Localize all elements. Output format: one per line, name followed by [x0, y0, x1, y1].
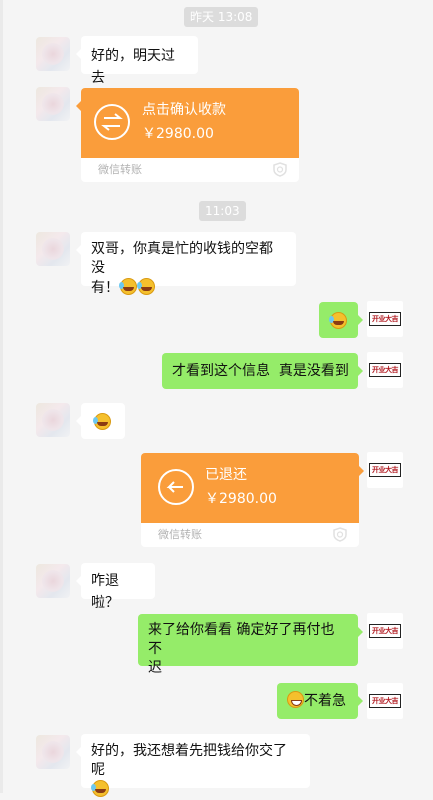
- transfer-footer: 微信转账: [98, 163, 142, 176]
- message-text: 才看到这个信息 真是没看到: [172, 363, 349, 379]
- contact-avatar[interactable]: [36, 87, 70, 121]
- transfer-card[interactable]: 已退还 ￥2980.00 微信转账: [141, 453, 359, 547]
- message-bubble-outgoing[interactable]: [319, 302, 363, 338]
- laugh-cry-emoji: [137, 278, 155, 295]
- shield-icon: [273, 162, 287, 177]
- message-text: 双哥，你真是忙的收钱的空都没: [91, 241, 273, 276]
- timestamp: 11:03: [199, 201, 246, 221]
- message-bubble-outgoing[interactable]: 来了给你看看 确定好了再付也不 迟: [138, 614, 363, 676]
- contact-avatar[interactable]: [36, 735, 70, 769]
- my-avatar[interactable]: 开业大吉: [367, 452, 403, 488]
- contact-avatar[interactable]: [36, 403, 70, 437]
- transfer-amount: ￥2980.00: [205, 491, 277, 507]
- message-text: 咋退啦？: [91, 573, 119, 611]
- message-bubble-incoming[interactable]: 双哥，你真是忙的收钱的空都没 有！: [76, 232, 296, 296]
- avatar-logo: 开业大吉: [369, 463, 401, 477]
- message-bubble-incoming[interactable]: 好的，我还想着先把钱给你交了呢: [76, 734, 310, 797]
- message-bubble-incoming[interactable]: [76, 403, 125, 439]
- transfer-amount: ￥2980.00: [142, 126, 214, 142]
- message-bubble-incoming[interactable]: 咋退啦？: [76, 563, 155, 611]
- return-arrow-icon: [158, 469, 194, 505]
- shield-icon: [333, 527, 347, 542]
- transfer-title: 已退还: [205, 467, 247, 483]
- my-avatar[interactable]: 开业大吉: [367, 683, 403, 719]
- laugh-cry-emoji: [329, 312, 347, 329]
- laugh-cry-emoji: [93, 413, 111, 430]
- contact-avatar[interactable]: [36, 37, 70, 71]
- my-avatar[interactable]: 开业大吉: [367, 352, 403, 388]
- message-text: 有！: [91, 280, 119, 296]
- contact-avatar[interactable]: [36, 564, 70, 598]
- message-text: 好的，明天过去: [91, 48, 175, 86]
- laugh-cry-emoji: [119, 278, 137, 295]
- avatar-logo: 开业大吉: [369, 312, 401, 326]
- my-avatar[interactable]: 开业大吉: [367, 301, 403, 337]
- avatar-logo: 开业大吉: [369, 694, 401, 708]
- message-text: 来了给你看看 确定好了再付也不: [148, 622, 335, 657]
- avatar-logo: 开业大吉: [369, 363, 401, 377]
- laugh-cry-emoji: [91, 780, 109, 797]
- grin-emoji: [287, 691, 304, 708]
- transfer-footer: 微信转账: [158, 528, 202, 541]
- scrollbar[interactable]: [0, 0, 3, 793]
- message-text: 好的，我还想着先把钱给你交了呢: [91, 743, 287, 778]
- transfer-arrows-icon: [94, 104, 130, 140]
- contact-avatar[interactable]: [36, 232, 70, 266]
- transfer-title: 点击确认收款: [142, 102, 226, 118]
- message-bubble-outgoing[interactable]: 才看到这个信息 真是没看到: [162, 353, 363, 389]
- bubble-tail: [359, 466, 364, 476]
- message-text: 迟: [148, 660, 162, 676]
- avatar-logo: 开业大吉: [369, 624, 401, 638]
- timestamp: 昨天 13:08: [184, 7, 259, 27]
- transfer-card[interactable]: 点击确认收款 ￥2980.00 微信转账: [81, 88, 299, 182]
- message-bubble-outgoing[interactable]: 不着急: [277, 683, 363, 719]
- my-avatar[interactable]: 开业大吉: [367, 613, 403, 649]
- message-text: 不着急: [304, 693, 346, 709]
- message-bubble-incoming[interactable]: 好的，明天过去: [76, 36, 198, 86]
